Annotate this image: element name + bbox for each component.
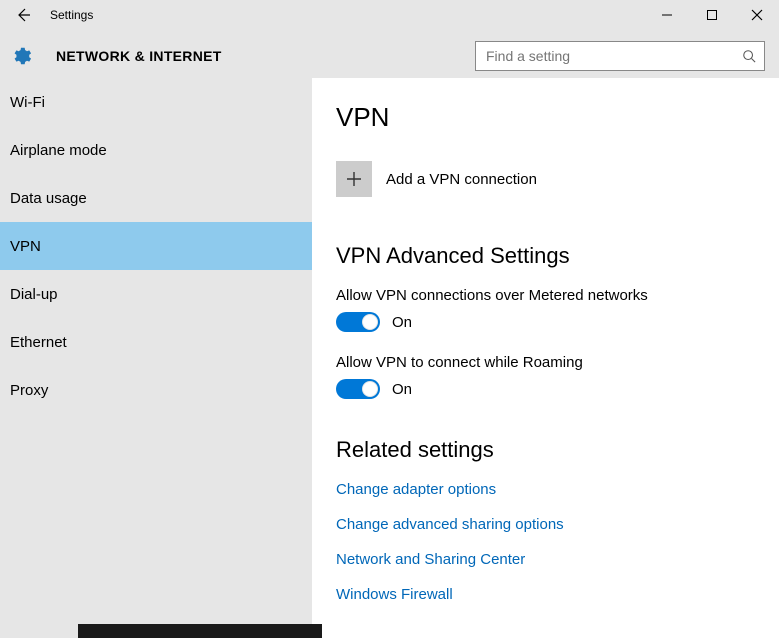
arrow-left-icon bbox=[15, 7, 31, 23]
window-controls bbox=[644, 0, 779, 30]
sidebar-item-airplane-mode[interactable]: Airplane mode bbox=[0, 126, 312, 174]
search-input[interactable] bbox=[484, 47, 742, 65]
link-advanced-sharing[interactable]: Change advanced sharing options bbox=[336, 516, 779, 533]
sidebar-item-label: Ethernet bbox=[10, 334, 67, 351]
category-header: NETWORK & INTERNET bbox=[0, 34, 779, 78]
sidebar-item-proxy[interactable]: Proxy bbox=[0, 366, 312, 414]
page-title: VPN bbox=[336, 102, 779, 133]
sidebar-item-label: VPN bbox=[10, 238, 41, 255]
sidebar-item-vpn[interactable]: VPN bbox=[0, 222, 312, 270]
main-content: VPN Add a VPN connection VPN Advanced Se… bbox=[312, 78, 779, 638]
advanced-heading: VPN Advanced Settings bbox=[336, 243, 779, 269]
close-icon bbox=[751, 9, 763, 21]
link-adapter-options[interactable]: Change adapter options bbox=[336, 481, 779, 498]
close-button[interactable] bbox=[734, 0, 779, 30]
search-box[interactable] bbox=[475, 41, 765, 71]
sidebar-item-label: Data usage bbox=[10, 190, 87, 207]
taskbar-fragment bbox=[78, 624, 322, 638]
sidebar-item-data-usage[interactable]: Data usage bbox=[0, 174, 312, 222]
sidebar-item-label: Wi-Fi bbox=[10, 94, 45, 111]
back-button[interactable] bbox=[8, 0, 38, 30]
sidebar-item-wifi[interactable]: Wi-Fi bbox=[0, 78, 312, 126]
link-network-sharing-center[interactable]: Network and Sharing Center bbox=[336, 551, 779, 568]
title-bar: Settings bbox=[0, 0, 779, 30]
toggle-roaming[interactable] bbox=[336, 379, 380, 399]
minimize-icon bbox=[661, 9, 673, 21]
search-icon bbox=[742, 49, 756, 63]
plus-icon bbox=[346, 171, 362, 187]
sidebar-item-dialup[interactable]: Dial-up bbox=[0, 270, 312, 318]
maximize-button[interactable] bbox=[689, 0, 734, 30]
sidebar-item-label: Proxy bbox=[10, 382, 48, 399]
link-windows-firewall[interactable]: Windows Firewall bbox=[336, 586, 779, 603]
add-vpn-label: Add a VPN connection bbox=[386, 171, 537, 188]
sidebar: Wi-Fi Airplane mode Data usage VPN Dial-… bbox=[0, 78, 312, 638]
related-heading: Related settings bbox=[336, 437, 779, 463]
toggle-metered[interactable] bbox=[336, 312, 380, 332]
sidebar-item-ethernet[interactable]: Ethernet bbox=[0, 318, 312, 366]
window-title: Settings bbox=[50, 8, 644, 22]
sidebar-item-label: Airplane mode bbox=[10, 142, 107, 159]
add-vpn-row[interactable]: Add a VPN connection bbox=[336, 161, 779, 197]
setting-label-metered: Allow VPN connections over Metered netwo… bbox=[336, 287, 779, 304]
category-title: NETWORK & INTERNET bbox=[56, 48, 222, 64]
sidebar-item-label: Dial-up bbox=[10, 286, 58, 303]
toggle-metered-state: On bbox=[392, 314, 412, 331]
settings-gear-icon bbox=[10, 45, 32, 67]
maximize-icon bbox=[706, 9, 718, 21]
minimize-button[interactable] bbox=[644, 0, 689, 30]
toggle-roaming-state: On bbox=[392, 381, 412, 398]
setting-label-roaming: Allow VPN to connect while Roaming bbox=[336, 354, 779, 371]
add-vpn-button[interactable] bbox=[336, 161, 372, 197]
